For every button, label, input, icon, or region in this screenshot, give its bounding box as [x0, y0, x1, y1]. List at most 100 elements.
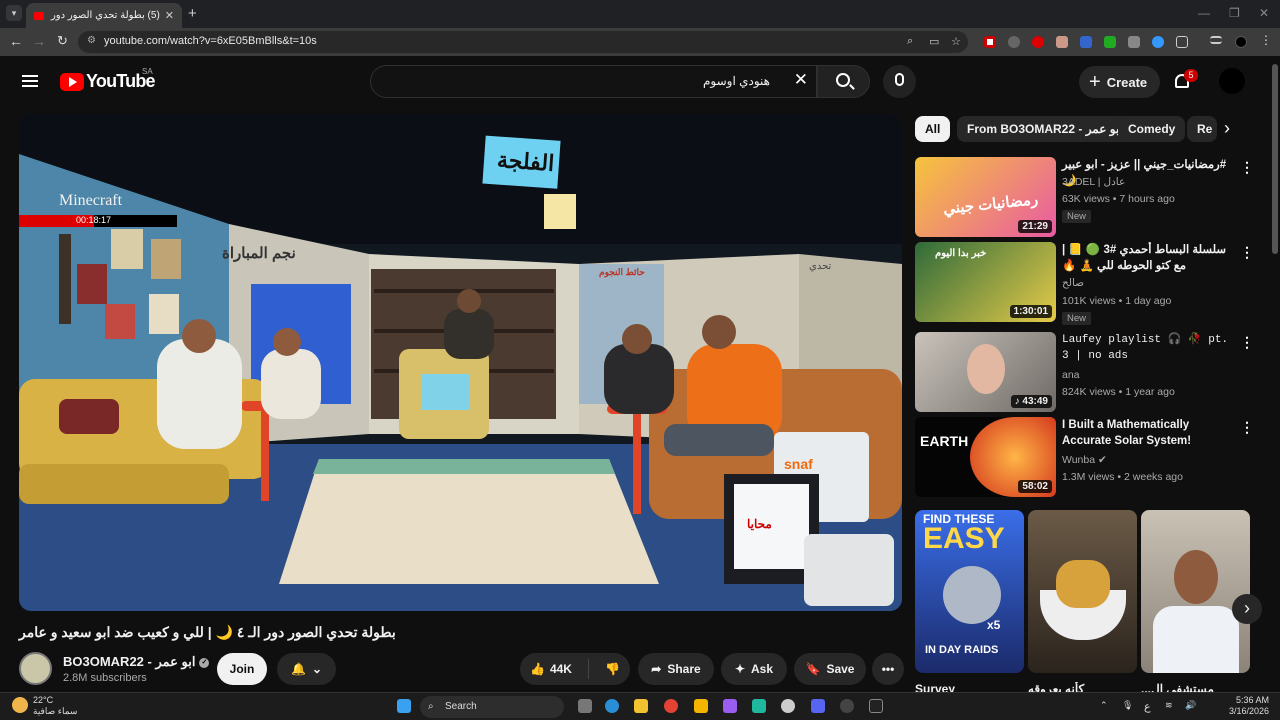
share-button[interactable]: ➦ Share [638, 653, 714, 685]
video-thumbnail[interactable]: EARTH 58:02 [915, 417, 1056, 497]
chip-comedy[interactable]: Comedy [1118, 116, 1186, 142]
recommendation-card[interactable]: رمضانيات جيني 21:29 #رمضانيات_جيني || عز… [915, 157, 1255, 237]
shorts-next-chevron-icon[interactable]: › [1232, 594, 1262, 624]
recommendation-card[interactable]: ♪ 43:49 Laufey playlist 🎧 🥀 pt. 3 | no a… [915, 332, 1255, 412]
video-card-channel[interactable]: Wunba ✔ [1062, 454, 1107, 466]
recommendation-card[interactable]: EARTH 58:02 I Built a Mathematically Acc… [915, 417, 1255, 497]
card-menu-icon[interactable]: ⋮ [1240, 244, 1254, 261]
start-windows-icon[interactable] [397, 699, 411, 713]
channel-name[interactable]: BO3OMAR22 - ابو عمر ✓ [63, 654, 210, 670]
search-input[interactable]: هنودي اوسوم ✕ [370, 65, 817, 98]
extension-7-icon[interactable] [1128, 36, 1140, 48]
short-card[interactable] [1028, 510, 1137, 673]
close-tab-icon[interactable]: ✕ [165, 9, 174, 22]
account-avatar[interactable] [1219, 68, 1245, 94]
video-card-title[interactable]: Laufey playlist 🎧 🥀 pt. 3 | no ads [1062, 332, 1230, 364]
extension-5-icon[interactable] [1080, 36, 1092, 48]
copilot-icon[interactable] [723, 699, 737, 713]
taskbar-search[interactable]: ⌕ Search [420, 696, 564, 718]
weather-temp[interactable]: 22°C [33, 695, 53, 705]
reading-list-icon[interactable] [1210, 36, 1222, 44]
app-icon[interactable] [840, 699, 854, 713]
task-view-icon[interactable] [578, 699, 592, 713]
short-card[interactable]: FIND THESE EASY x5 IN DAY RAIDS [915, 510, 1024, 673]
dislike-button[interactable]: 👎 [605, 662, 620, 676]
chips-next-chevron-icon[interactable]: › [1224, 118, 1230, 139]
close-window-icon[interactable]: ✕ [1259, 6, 1269, 20]
clock-date[interactable]: 3/16/2026 [1229, 706, 1269, 716]
chip-partial[interactable]: Re [1187, 116, 1217, 142]
obs-icon[interactable] [781, 699, 795, 713]
bookmark-star-icon[interactable]: ☆ [951, 35, 961, 48]
profile-avatar-icon[interactable] [1235, 36, 1247, 48]
site-info-icon[interactable]: ⚙ [87, 35, 96, 46]
app-icon[interactable] [752, 699, 766, 713]
hamburger-menu-icon[interactable] [22, 75, 38, 87]
save-button[interactable]: 🔖 Save [794, 653, 866, 685]
voice-search-button[interactable] [883, 65, 916, 98]
extension-2-icon[interactable] [1008, 36, 1020, 48]
address-bar[interactable]: ⚙ youtube.com/watch?v=6xE05BmBlls&t=10s … [78, 31, 968, 53]
browser-menu-icon[interactable]: ⋮ [1260, 33, 1272, 47]
back-icon[interactable]: ← [9, 33, 23, 49]
file-explorer-icon[interactable] [634, 699, 648, 713]
recommendation-card[interactable]: خبر بدا اليوم 1:30:01 سلسلة البساط أحمدي… [915, 242, 1255, 325]
new-tab-button[interactable]: + [188, 5, 197, 22]
like-button[interactable]: 👍 44K [530, 662, 572, 676]
chip-all[interactable]: All [915, 116, 951, 142]
video-card-channel[interactable]: ana [1062, 369, 1080, 381]
short-card[interactable] [1141, 510, 1250, 673]
youtube-logo[interactable]: YouTube SA [60, 67, 156, 92]
download-icon[interactable] [1104, 36, 1116, 48]
card-menu-icon[interactable]: ⋮ [1240, 159, 1254, 176]
video-card-title[interactable]: سلسلة البساط أحمدي #3 🟢 📒 | مع كتو الحوط… [1062, 242, 1230, 274]
notifications-button[interactable]: 5 [1172, 69, 1198, 94]
extension-4-icon[interactable] [1056, 36, 1068, 48]
video-player[interactable]: Minecraft 00:18:17 الفلجة نجم المباراة ح… [19, 114, 902, 611]
minimize-icon[interactable]: — [1198, 6, 1210, 20]
card-menu-icon[interactable]: ⋮ [1240, 419, 1254, 436]
video-thumbnail[interactable]: رمضانيات جيني 21:29 [915, 157, 1056, 237]
browser-tab-active[interactable]: (5) بطولة تحدي الصور دور الـ ٤ 🌙 ✕ [26, 3, 182, 28]
wifi-icon[interactable]: ≋ [1165, 700, 1173, 711]
more-actions-button[interactable]: ••• [872, 653, 904, 685]
subscribed-notifications-button[interactable]: 🔔 ⌄ [277, 653, 336, 685]
discord-icon[interactable] [811, 699, 825, 713]
extension-1-icon[interactable] [984, 36, 996, 48]
card-menu-icon[interactable]: ⋮ [1240, 334, 1254, 351]
video-thumbnail[interactable]: خبر بدا اليوم 1:30:01 [915, 242, 1056, 322]
chip-from-channel[interactable]: From BO3OMAR22 - ابو عمر [957, 116, 1133, 142]
forward-icon[interactable]: → [32, 33, 46, 49]
zoom-icon[interactable]: ⌕ [907, 35, 913, 48]
restore-icon[interactable]: ❐ [1229, 6, 1240, 20]
tray-chevron-icon[interactable]: ⌃ [1100, 700, 1108, 711]
scrollbar-thumb[interactable] [1272, 64, 1278, 254]
channel-avatar[interactable] [19, 652, 52, 685]
rockstar-icon[interactable] [694, 699, 708, 713]
ask-button[interactable]: ✦ Ask [721, 653, 787, 685]
mic-tray-icon[interactable]: 🎙 [1122, 700, 1133, 711]
clock-time[interactable]: 5:36 AM [1236, 695, 1269, 705]
short-label[interactable]: Survey [915, 682, 1024, 692]
join-button[interactable]: Join [217, 653, 267, 685]
extensions-puzzle-icon[interactable] [1176, 36, 1188, 48]
short-label[interactable]: كأنه بعروقه [1028, 682, 1137, 692]
reload-icon[interactable]: ↻ [57, 33, 68, 49]
weather-icon[interactable] [12, 697, 28, 713]
video-card-channel[interactable]: 3ADEL | عادل [1062, 176, 1125, 188]
chrome-icon[interactable] [664, 699, 678, 713]
edge-icon[interactable] [605, 699, 619, 713]
create-button[interactable]: + Create [1079, 66, 1160, 98]
video-thumbnail[interactable]: ♪ 43:49 [915, 332, 1056, 412]
short-label[interactable]: مستشفى ال... [1141, 682, 1250, 692]
extension-3-icon[interactable] [1032, 36, 1044, 48]
volume-icon[interactable]: 🔊 [1185, 700, 1196, 711]
tab-search-dropdown[interactable]: ▾ [6, 5, 22, 21]
clear-search-icon[interactable]: ✕ [794, 70, 808, 90]
page-scrollbar[interactable] [1270, 56, 1280, 692]
video-card-title[interactable]: I Built a Mathematically Accurate Solar … [1062, 417, 1230, 449]
extension-8-icon[interactable] [1152, 36, 1164, 48]
capcut-icon[interactable] [869, 699, 883, 713]
cast-icon[interactable]: ▭ [929, 35, 939, 48]
language-indicator[interactable]: ع [1144, 700, 1151, 713]
